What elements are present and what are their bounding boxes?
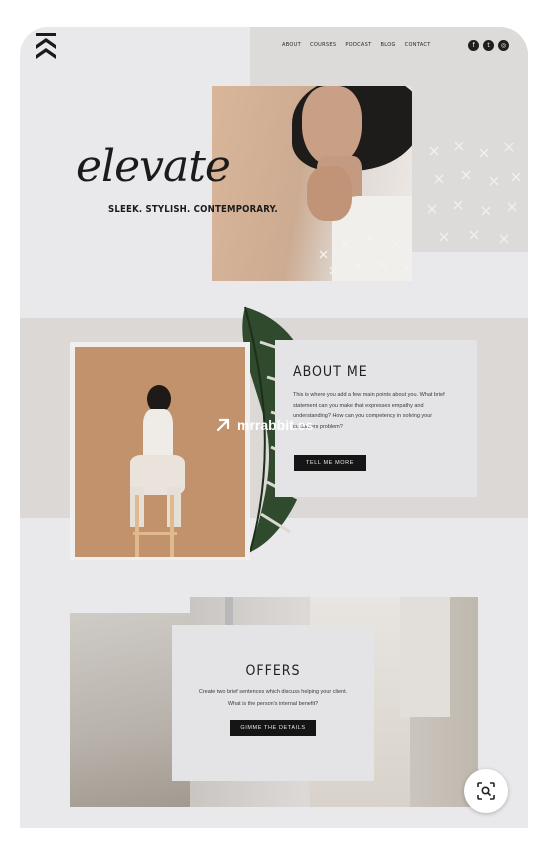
gimme-the-details-button[interactable]: GIMME THE DETAILS [230,720,316,736]
hero-script-heading: elevate [76,141,231,192]
offers-body-text: Create two brief sentences which discuss… [172,686,374,710]
nav-item-podcast[interactable]: PODCAST [345,42,371,48]
hero-tagline: SLEEK. STYLISH. CONTEMPORARY. [108,204,278,215]
hero-woman-photo [212,86,412,281]
visual-search-button[interactable] [464,769,508,813]
twitter-icon[interactable]: t [483,40,494,51]
page-footer [20,828,528,847]
photo-top-shape [143,409,173,459]
nav-item-contact[interactable]: CONTACT [405,42,431,48]
chevron-up-logo-icon [36,33,56,59]
offers-text-line-1: Create two brief sentences which discuss… [198,689,348,695]
tell-me-more-button[interactable]: TELL ME MORE [294,455,366,471]
watermark-text: mrrabbit.es [237,417,314,433]
main-navigation: ABOUT COURSES PODCAST BLOG CONTACT [282,42,431,48]
website-mockup-card: ABOUT COURSES PODCAST BLOG CONTACT f t ◎… [20,27,528,828]
photo-window-shape [400,597,450,717]
stool-leg-shape [170,495,174,557]
offers-title: OFFERS [245,663,301,679]
nav-item-courses[interactable]: COURSES [310,42,336,48]
social-links: f t ◎ [468,40,509,51]
stool-leg-shape [135,495,139,557]
photo-face-shape [302,86,362,166]
watermark: mrrabbit.es [215,417,313,433]
nav-item-about[interactable]: ABOUT [282,42,301,48]
facebook-icon[interactable]: f [468,40,479,51]
about-title: ABOUT ME [293,364,368,380]
nav-item-blog[interactable]: BLOG [381,42,396,48]
offers-text-line-2: What is the person's internal benefit? [227,701,319,707]
about-woman-on-stool-photo [75,347,245,557]
photo-cross-overlay [319,234,410,275]
stool-rung-shape [133,532,177,535]
bottom-strip [20,807,528,828]
instagram-icon[interactable]: ◎ [498,40,509,51]
about-body-text: This is where you add a few main points … [293,392,445,430]
visual-search-icon [477,782,495,800]
cross-pattern-decoration [427,141,521,244]
arrow-up-right-icon [216,418,230,432]
